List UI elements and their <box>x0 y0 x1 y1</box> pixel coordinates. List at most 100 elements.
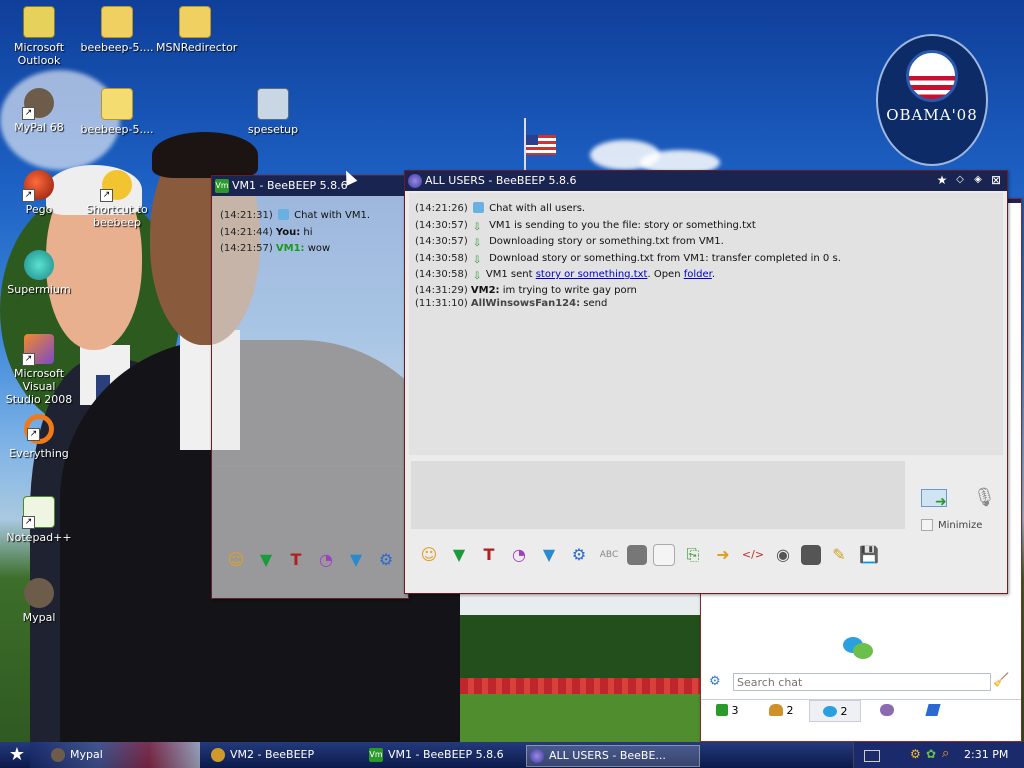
tab-count: 2 <box>786 703 794 717</box>
tab-people[interactable] <box>867 700 907 720</box>
window-title: ALL USERS - BeeBEEP 5.8.6 <box>425 174 577 187</box>
send-message-icon[interactable]: ➜ <box>921 487 953 509</box>
copy-icon[interactable] <box>653 544 675 566</box>
desktop-icon-pego[interactable]: Pego <box>0 170 78 216</box>
send-file-icon[interactable]: ▼ <box>254 548 278 572</box>
desktop-icon-supermium[interactable]: Supermium <box>0 250 78 296</box>
desktop-icon-beebeep-folder[interactable]: beebeep-5.... <box>78 6 156 54</box>
message-text: Chat with VM1. <box>294 210 371 221</box>
message-time: (14:31:29) <box>415 284 468 296</box>
tab-chats[interactable]: 2 <box>809 700 861 722</box>
raccoon-icon <box>22 88 54 120</box>
save-chat-icon[interactable]: ⎘ <box>681 543 705 567</box>
desktop-icon-everything[interactable]: Everything <box>0 414 78 460</box>
folder-link[interactable]: folder <box>684 269 712 280</box>
pego-icon <box>22 170 54 202</box>
font-icon[interactable]: T <box>477 543 501 567</box>
desktop-icon-label: Everything <box>9 447 69 460</box>
search-icon[interactable]: ⌕ <box>942 746 949 761</box>
supermium-icon <box>24 250 54 280</box>
desktop-icon-spesetup[interactable]: spesetup <box>234 88 312 136</box>
microphone-icon[interactable]: 🎙 <box>973 485 996 511</box>
desktop-icon-visual-studio[interactable]: Microsoft Visual Studio 2008 <box>0 334 78 406</box>
desktop-icon-beebeep-shortcut[interactable]: Shortcut to beebeep <box>78 170 156 229</box>
tab-groups[interactable]: 2 <box>759 700 803 720</box>
emoticon-icon[interactable]: ☺ <box>224 548 248 572</box>
emoticon-icon[interactable]: ☺ <box>417 543 441 567</box>
desktop-icon-mypal[interactable]: Mypal <box>0 578 78 624</box>
desktop-icon-mypal68[interactable]: MyPal 68 <box>0 88 78 134</box>
message-input[interactable] <box>411 461 905 529</box>
vm1-message-input[interactable] <box>216 466 404 537</box>
settings-gear-icon[interactable]: ⚙ <box>567 543 591 567</box>
record-icon[interactable]: ◉ <box>771 543 795 567</box>
message-time: (14:21:44) <box>220 226 273 238</box>
close-icon[interactable]: ⊠ <box>989 173 1003 187</box>
badge-text: OBAMA'08 <box>886 106 978 124</box>
task-mypal[interactable]: Mypal <box>48 745 220 765</box>
edit-note-icon[interactable]: ✎ <box>827 543 851 567</box>
desktop-icon-notepadpp[interactable]: Notepad++ <box>0 496 78 544</box>
gear-icon[interactable]: ⚙ <box>709 675 723 689</box>
file-link[interactable]: story or something.txt <box>536 269 648 280</box>
checkbox-box[interactable] <box>921 519 933 531</box>
restore-diamond-icon[interactable]: ◈ <box>971 173 985 187</box>
color-picker-icon[interactable]: ◔ <box>314 548 338 572</box>
settings-gear-icon[interactable]: ⚙ <box>374 548 398 572</box>
clock[interactable]: 2:31 PM <box>964 748 1008 761</box>
minimize-diamond-icon[interactable]: ◇ <box>953 173 967 187</box>
message-sender: VM1: <box>275 243 305 254</box>
zip-folder-icon <box>101 88 133 120</box>
folder-send-icon[interactable]: ➜ <box>711 543 735 567</box>
obama-campaign-badge: OBAMA'08 <box>876 34 988 166</box>
save-icon[interactable]: 💾 <box>857 543 881 567</box>
task-label: VM1 - BeeBEEP 5.8.6 <box>388 748 504 761</box>
tab-share[interactable] <box>913 700 953 720</box>
chat-message: (14:30:57) ⇩ VM1 is sending to you the f… <box>415 218 999 235</box>
dictionary-icon[interactable] <box>627 545 647 565</box>
desktop-icon-label: beebeep-5.... <box>80 123 154 136</box>
task-label: VM2 - BeeBEEP <box>230 748 315 761</box>
desktop-icon-label: Microsoft Visual Studio 2008 <box>5 367 73 406</box>
search-chat-input[interactable] <box>733 673 991 691</box>
send-file-icon[interactable]: ▼ <box>447 543 471 567</box>
desktop-icon-outlook[interactable]: Microsoft Outlook <box>0 6 78 67</box>
message-text: . Open <box>647 269 684 280</box>
folder-icon <box>101 6 133 38</box>
desktop-icon-label: Notepad++ <box>6 531 72 544</box>
beebeep-vm-icon: Vm <box>369 748 383 762</box>
message-text: hi <box>303 226 313 238</box>
vm1-toolbar: ☺ ▼ T ◔ ▼ ⚙ <box>224 548 398 572</box>
keyboard-icon[interactable] <box>864 750 880 762</box>
tab-count: 3 <box>731 703 739 717</box>
font-icon[interactable]: T <box>284 548 308 572</box>
notepadpp-icon <box>22 496 55 529</box>
screenshot-icon[interactable] <box>801 545 821 565</box>
download-icon: ⇩ <box>472 221 482 233</box>
message-text: Download story or something.txt from VM1… <box>489 252 841 264</box>
message-text: . <box>711 269 716 280</box>
filter-icon[interactable]: ▼ <box>537 543 561 567</box>
desktop-icon-msnredirector[interactable]: MSNRedirector <box>156 6 238 54</box>
task-all-users-beebeep[interactable]: ALL USERS - BeeBE... <box>526 745 700 767</box>
message-time: (11:31:10) <box>415 297 468 309</box>
desktop-icon-label: MSNRedirector <box>156 41 238 54</box>
beebeep-vm-icon: Vm <box>215 179 229 193</box>
desktop-icon-beebeep-zip[interactable]: beebeep-5.... <box>78 88 156 136</box>
spellcheck-icon[interactable]: ABC <box>597 543 621 567</box>
task-vm2-beebeep[interactable]: VM2 - BeeBEEP <box>208 745 380 765</box>
start-button[interactable]: ★ <box>6 744 28 766</box>
minimize-checkbox[interactable]: Minimize <box>921 519 982 531</box>
clear-search-broom-icon[interactable]: 🧹 <box>993 673 1009 689</box>
network-icon[interactable]: ⚙ <box>910 747 921 761</box>
task-vm1-beebeep[interactable]: Vm VM1 - BeeBEEP 5.8.6 <box>366 745 538 765</box>
color-picker-icon[interactable]: ◔ <box>507 543 531 567</box>
window-controls: ★ ◇ ◈ ⊠ <box>935 173 1003 187</box>
beebeep-tray-icon[interactable]: ✿ <box>926 747 936 761</box>
tab-users[interactable]: 3 <box>705 700 749 720</box>
filter-icon[interactable]: ▼ <box>344 548 368 572</box>
message-sender: VM2: <box>470 284 500 296</box>
pin-star-icon[interactable]: ★ <box>935 173 949 187</box>
html-icon[interactable]: </> <box>741 543 765 567</box>
desktop-icon-label: Pego <box>25 203 53 216</box>
